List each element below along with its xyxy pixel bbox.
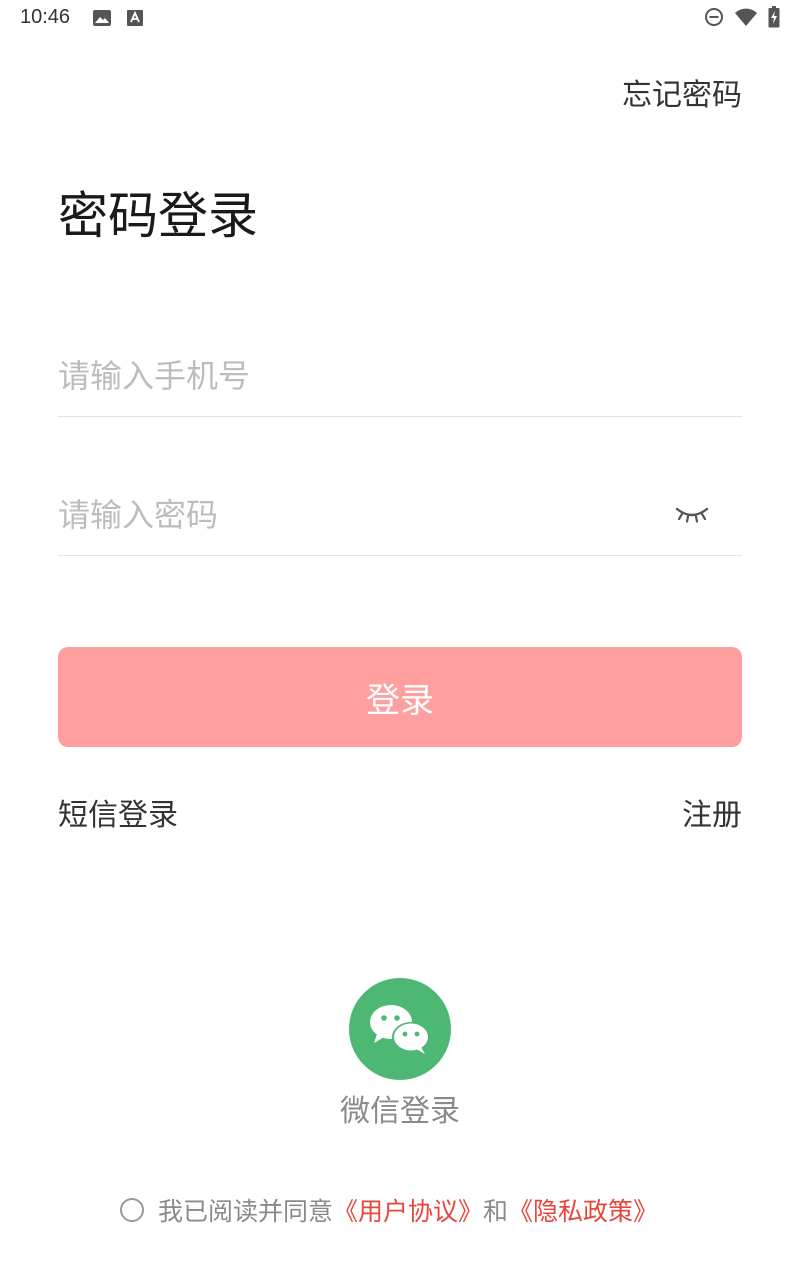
- user-agreement-link[interactable]: 《用户协议》: [333, 1192, 483, 1228]
- wechat-login-label: 微信登录: [340, 1094, 460, 1129]
- status-left-icons: [92, 8, 144, 28]
- wifi-icon: [735, 8, 757, 26]
- status-bar: 10:46: [0, 0, 800, 36]
- phone-input[interactable]: [58, 357, 742, 395]
- status-right-icons: [704, 6, 780, 28]
- keyboard-a-icon: [127, 10, 143, 26]
- battery-charging-icon: [768, 6, 780, 28]
- page-title: 密码登录: [58, 187, 258, 245]
- privacy-policy-link[interactable]: 《隐私政策》: [508, 1192, 658, 1228]
- forgot-password-link[interactable]: 忘记密码: [622, 70, 742, 114]
- eye-closed-icon[interactable]: [674, 501, 710, 529]
- agreement-prefix: 我已阅读并同意: [158, 1197, 334, 1226]
- sms-login-link[interactable]: 短信登录: [58, 790, 178, 834]
- password-input[interactable]: [58, 496, 638, 534]
- status-time: 10:46: [20, 6, 71, 28]
- agreement-and: 和: [483, 1197, 509, 1226]
- image-icon: [93, 10, 111, 26]
- register-link[interactable]: 注册: [682, 790, 742, 834]
- agreement-row: 我已阅读并同意 《用户协议》 和 《隐私政策》: [120, 1192, 658, 1228]
- login-button[interactable]: 登录: [58, 647, 742, 747]
- dnd-icon: [705, 8, 723, 26]
- phone-field: [58, 336, 742, 417]
- wechat-login-button[interactable]: [349, 978, 451, 1080]
- agree-checkbox[interactable]: [120, 1198, 144, 1222]
- wechat-icon: [370, 1005, 430, 1054]
- password-field: [58, 475, 742, 556]
